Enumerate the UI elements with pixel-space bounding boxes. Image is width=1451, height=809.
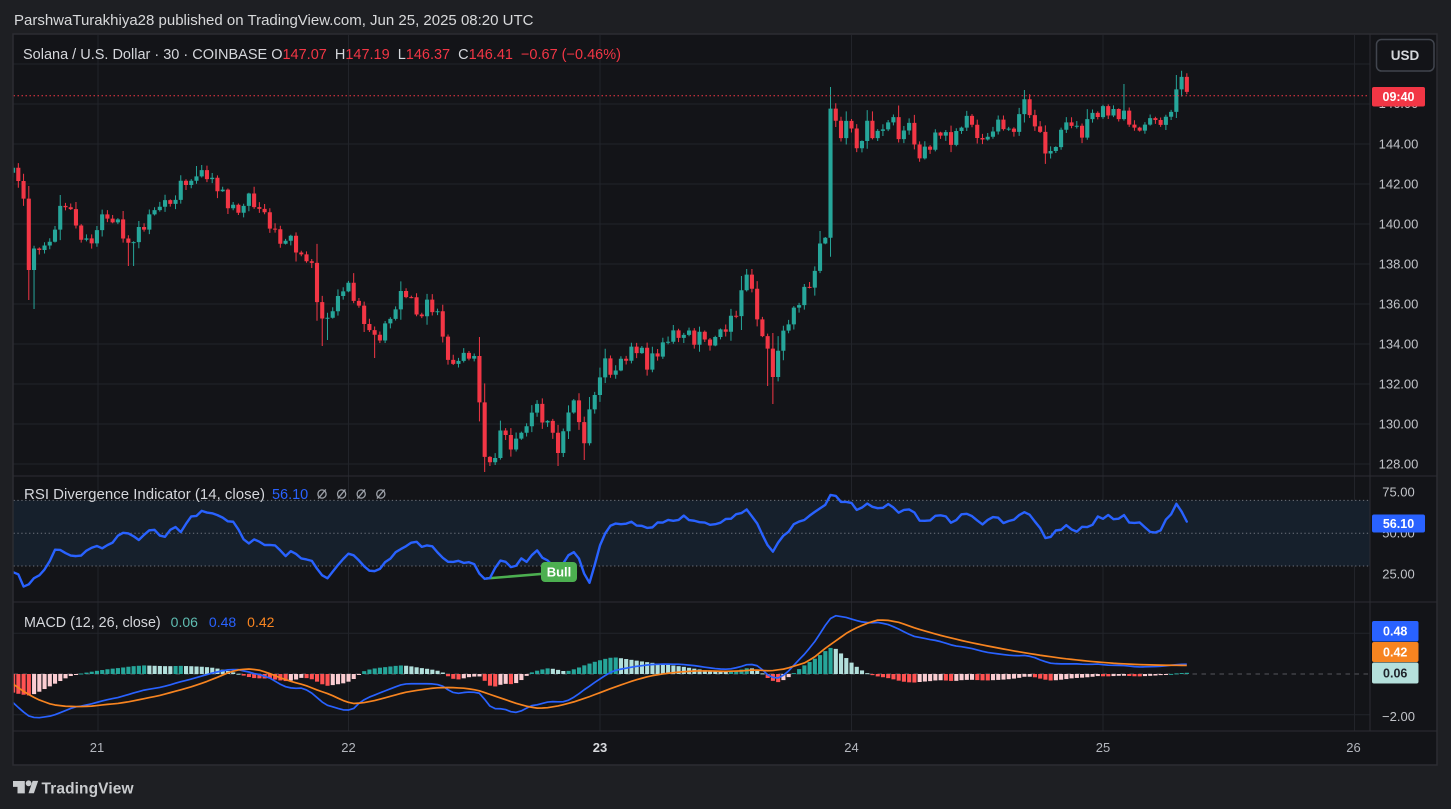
svg-text:138.00: 138.00 [1379,256,1419,271]
svg-text:Solana / U.S. Dollar · 30 · CO: Solana / U.S. Dollar · 30 · COINBASE O14… [23,47,621,63]
svg-text:56.10: 56.10 [1383,517,1414,531]
svg-text:132.00: 132.00 [1379,376,1419,391]
svg-text:134.00: 134.00 [1379,336,1419,351]
svg-text:0.42: 0.42 [1383,645,1407,659]
svg-text:75.00: 75.00 [1382,484,1415,499]
svg-text:22: 22 [341,740,355,755]
svg-text:USD: USD [1391,48,1420,63]
svg-text:144.00: 144.00 [1379,136,1419,151]
svg-text:23: 23 [593,740,607,755]
svg-text:0.48: 0.48 [1383,625,1407,639]
svg-text:130.00: 130.00 [1379,416,1419,431]
svg-text:09:40: 09:40 [1383,90,1415,104]
svg-text:TradingView: TradingView [42,781,135,798]
svg-text:−2.00: −2.00 [1382,709,1415,724]
svg-text:136.00: 136.00 [1379,296,1419,311]
svg-text:0.06: 0.06 [1383,666,1407,680]
svg-text:ParshwaTurakhiya28 published o: ParshwaTurakhiya28 published on TradingV… [14,12,534,29]
svg-text:140.00: 140.00 [1379,216,1419,231]
svg-text:128.00: 128.00 [1379,456,1419,471]
svg-text:25.00: 25.00 [1382,566,1415,581]
svg-text:Bull: Bull [547,565,572,580]
svg-text:142.00: 142.00 [1379,176,1419,191]
svg-text:24: 24 [844,740,858,755]
svg-text:26: 26 [1346,740,1360,755]
svg-text:25: 25 [1096,740,1110,755]
svg-text:21: 21 [90,740,104,755]
